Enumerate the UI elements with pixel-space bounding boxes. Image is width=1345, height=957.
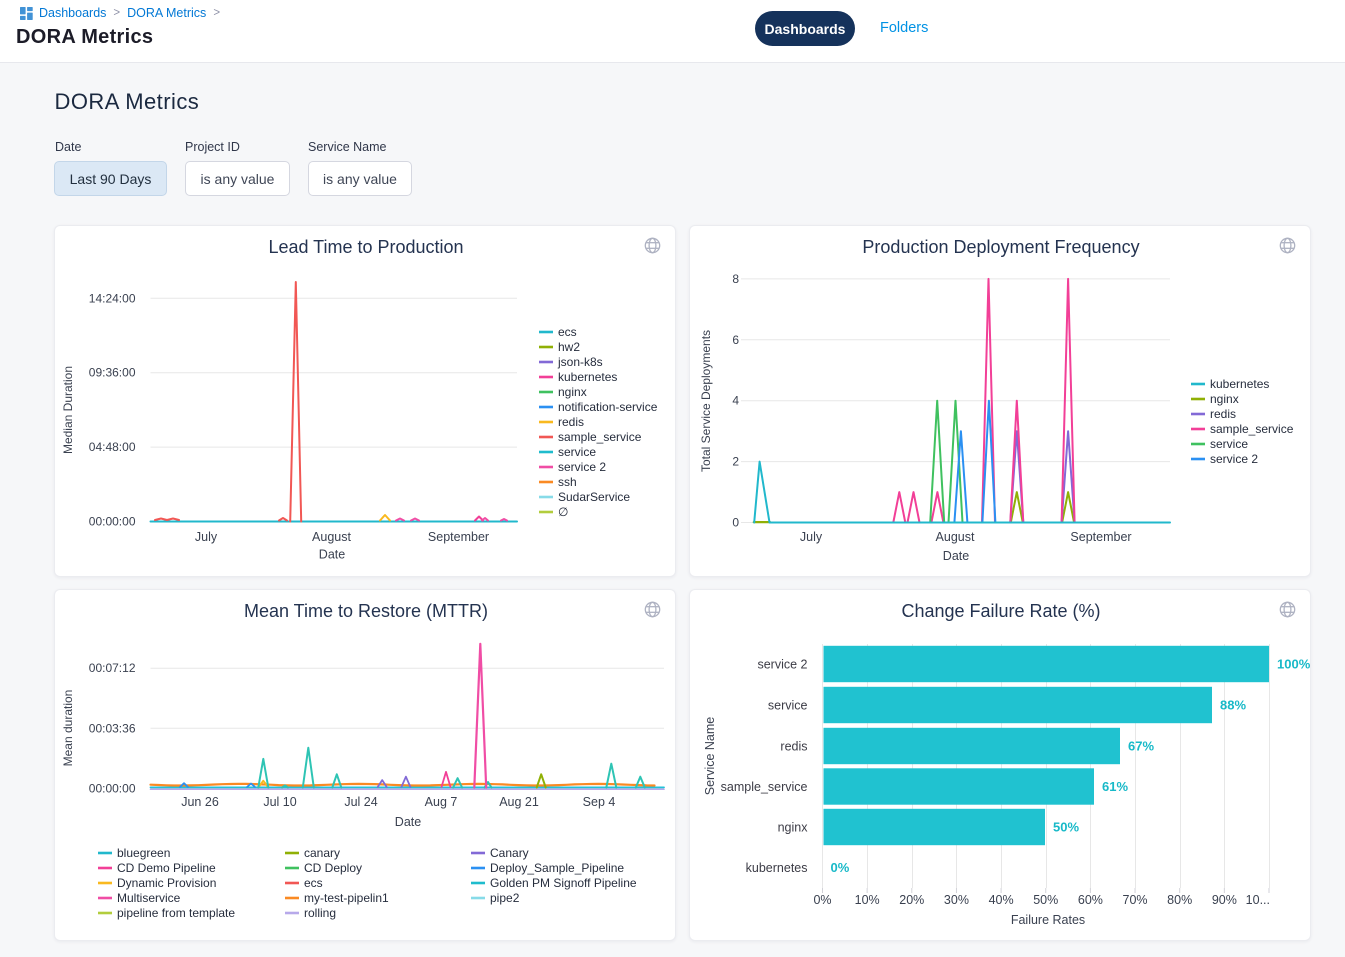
svg-text:ssh: ssh	[558, 475, 577, 489]
svg-text:Jun 26: Jun 26	[181, 795, 219, 809]
svg-text:2: 2	[732, 455, 739, 469]
svg-text:September: September	[1070, 530, 1131, 544]
svg-text:00:00:00: 00:00:00	[89, 515, 136, 529]
svg-text:pipe2: pipe2	[490, 891, 520, 905]
svg-text:67%: 67%	[1128, 739, 1154, 754]
svg-text:6: 6	[732, 333, 739, 347]
svg-text:Service Name: Service Name	[703, 717, 717, 796]
svg-text:Aug 7: Aug 7	[425, 795, 458, 809]
svg-text:20%: 20%	[899, 893, 924, 907]
svg-text:80%: 80%	[1167, 893, 1192, 907]
svg-text:kubernetes: kubernetes	[1210, 377, 1269, 391]
svg-text:service: service	[558, 445, 596, 459]
svg-text:60%: 60%	[1078, 893, 1103, 907]
svg-text:kubernetes: kubernetes	[746, 861, 808, 875]
svg-text:0: 0	[732, 516, 739, 530]
svg-text:sample_service: sample_service	[1210, 422, 1294, 436]
svg-text:100%: 100%	[1277, 657, 1311, 672]
svg-text:09:36:00: 09:36:00	[89, 366, 136, 380]
svg-text:Aug 21: Aug 21	[499, 795, 539, 809]
svg-text:CD Deploy: CD Deploy	[304, 861, 362, 875]
svg-text:Sep 4: Sep 4	[583, 795, 616, 809]
svg-text:00:03:36: 00:03:36	[89, 721, 136, 735]
svg-text:90%: 90%	[1212, 893, 1237, 907]
svg-text:Deploy_Sample_Pipeline: Deploy_Sample_Pipeline	[490, 861, 624, 875]
svg-text:canary: canary	[304, 846, 340, 860]
svg-text:hw2: hw2	[558, 340, 580, 354]
svg-text:70%: 70%	[1123, 893, 1148, 907]
svg-text:50%: 50%	[1053, 820, 1079, 835]
svg-text:Canary: Canary	[490, 846, 529, 860]
svg-text:∅: ∅	[558, 505, 568, 519]
svg-text:July: July	[195, 530, 218, 544]
svg-text:redis: redis	[1210, 407, 1236, 421]
svg-text:30%: 30%	[944, 893, 969, 907]
svg-text:July: July	[800, 530, 823, 544]
svg-text:service 2: service 2	[558, 460, 606, 474]
svg-text:CD Demo Pipeline: CD Demo Pipeline	[117, 861, 216, 875]
svg-text:Date: Date	[395, 815, 421, 829]
svg-text:August: August	[936, 530, 975, 544]
svg-text:10%: 10%	[855, 893, 880, 907]
svg-text:my-test-pipelin1: my-test-pipelin1	[304, 891, 389, 905]
svg-text:bluegreen: bluegreen	[117, 846, 170, 860]
svg-text:Total Service Deployments: Total Service Deployments	[699, 330, 713, 472]
svg-text:nginx: nginx	[1210, 392, 1239, 406]
svg-text:json-k8s: json-k8s	[557, 355, 603, 369]
svg-text:00:07:12: 00:07:12	[89, 661, 136, 675]
svg-text:Multiservice: Multiservice	[117, 891, 181, 905]
svg-text:pipeline from template: pipeline from template	[117, 906, 235, 920]
svg-text:Jul 10: Jul 10	[263, 795, 296, 809]
svg-text:ecs: ecs	[304, 876, 323, 890]
svg-text:sample_service: sample_service	[558, 430, 642, 444]
svg-text:14:24:00: 14:24:00	[89, 291, 136, 305]
svg-text:September: September	[428, 530, 489, 544]
svg-text:Date: Date	[943, 549, 969, 563]
svg-text:0%: 0%	[813, 893, 831, 907]
svg-text:sample_service: sample_service	[721, 780, 808, 794]
svg-text:Jul 24: Jul 24	[344, 795, 377, 809]
svg-text:SudarService: SudarService	[558, 490, 630, 504]
svg-text:service 2: service 2	[1210, 452, 1258, 466]
svg-text:Date: Date	[319, 548, 345, 562]
svg-text:service: service	[1210, 437, 1248, 451]
svg-text:redis: redis	[558, 415, 584, 429]
svg-text:nginx: nginx	[558, 385, 587, 399]
svg-text:61%: 61%	[1102, 779, 1128, 794]
svg-text:88%: 88%	[1220, 698, 1246, 713]
svg-text:rolling: rolling	[304, 906, 336, 920]
svg-text:nginx: nginx	[778, 821, 809, 835]
svg-text:Golden PM Signoff Pipeline: Golden PM Signoff Pipeline	[490, 876, 637, 890]
svg-text:service 2: service 2	[757, 658, 807, 672]
svg-text:redis: redis	[780, 740, 807, 754]
svg-text:40%: 40%	[989, 893, 1014, 907]
svg-text:August: August	[312, 530, 351, 544]
svg-text:Failure Rates: Failure Rates	[1011, 913, 1085, 927]
svg-text:4: 4	[732, 394, 739, 408]
svg-text:8: 8	[732, 272, 739, 286]
svg-text:kubernetes: kubernetes	[558, 370, 617, 384]
svg-text:0%: 0%	[831, 860, 850, 875]
svg-text:50%: 50%	[1033, 893, 1058, 907]
svg-text:ecs: ecs	[558, 325, 577, 339]
svg-text:00:00:00: 00:00:00	[89, 782, 136, 796]
svg-text:Median Duration: Median Duration	[61, 366, 75, 454]
svg-text:service: service	[768, 699, 808, 713]
svg-text:10...: 10...	[1246, 893, 1270, 907]
svg-text:Dynamic Provision: Dynamic Provision	[117, 876, 216, 890]
svg-text:04:48:00: 04:48:00	[89, 440, 136, 454]
svg-text:Mean duration: Mean duration	[61, 690, 75, 767]
svg-text:notification-service: notification-service	[558, 400, 658, 414]
